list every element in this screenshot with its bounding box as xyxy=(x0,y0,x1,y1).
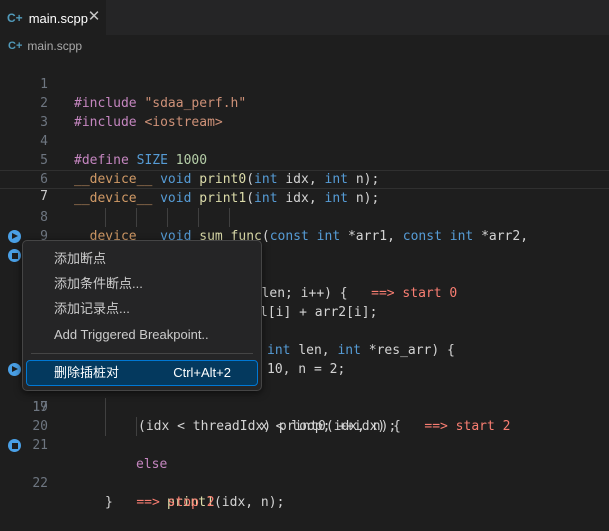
indent-guide xyxy=(105,208,106,227)
c-plus-plus-icon: C+ xyxy=(7,11,23,25)
breakpoint-start-icon[interactable] xyxy=(8,230,21,243)
breadcrumb: C+ main.scpp xyxy=(0,35,609,56)
menu-separator xyxy=(31,353,253,354)
tab-bar: C+ main.scpp ✕ xyxy=(0,0,609,35)
breakpoint-start-icon[interactable] xyxy=(8,363,21,376)
indent-guide xyxy=(198,208,199,227)
indent-guide xyxy=(105,417,106,436)
code-line: 4 #define SIZE 1000 xyxy=(0,113,609,168)
menu-item-label: 添加断点 xyxy=(54,251,107,266)
menu-item-add-breakpoint[interactable]: 添加断点 xyxy=(27,247,257,271)
gutter-context-menu: 添加断点 添加条件断点... 添加记录点... Add Triggered Br… xyxy=(22,240,262,391)
breadcrumb-file[interactable]: main.scpp xyxy=(27,39,82,53)
c-plus-plus-icon: C+ xyxy=(8,39,23,52)
code-line: 6 __device__ void print1(int idx, int n)… xyxy=(0,151,609,206)
menu-item-delete-instrumentation-pair[interactable]: 删除插桩对 Ctrl+Alt+2 xyxy=(26,360,258,386)
code-line: 21 print1(idx, n); xyxy=(0,417,609,510)
annotation: ==> stop 2 xyxy=(136,495,215,510)
code-line: 1 #include "sdaa_perf.h" xyxy=(0,56,609,111)
indent-guide xyxy=(136,417,137,436)
indent-guide xyxy=(136,208,137,227)
indent-guide xyxy=(229,208,230,227)
line-number[interactable]: 22 xyxy=(0,474,48,493)
code-text: (idx, n); xyxy=(213,495,285,510)
menu-item-label: Add Triggered Breakpoint.. xyxy=(54,327,209,342)
breakpoint-stop-icon[interactable] xyxy=(8,439,21,452)
menu-item-add-logpoint[interactable]: 添加记录点... xyxy=(27,297,257,321)
code-line: 8 __device__ void sum_func(const int *ar… xyxy=(0,189,609,244)
code-line: 20 else xyxy=(0,398,609,472)
code-line: 3 xyxy=(0,94,609,130)
menu-item-shortcut: Ctrl+Alt+2 xyxy=(173,365,231,380)
current-line: 7 xyxy=(0,170,609,204)
menu-item-label: 添加条件断点... xyxy=(54,276,143,291)
tab-main-scpp[interactable]: C+ main.scpp ✕ xyxy=(0,0,106,35)
code-line: 2 #include <iostream> xyxy=(0,75,609,130)
menu-item-add-conditional-breakpoint[interactable]: 添加条件断点... xyxy=(27,272,257,296)
breakpoint-stop-icon[interactable] xyxy=(8,249,21,262)
indent-guide xyxy=(167,208,168,227)
code-line: 9 int len, int *res_arr) { xyxy=(0,208,609,358)
punct: } xyxy=(105,495,113,510)
menu-item-label: 添加记录点... xyxy=(54,301,130,316)
code-line: 5 __device__ void print0(int idx, int n)… xyxy=(0,132,609,187)
menu-item-add-triggered-breakpoint[interactable]: Add Triggered Breakpoint.. xyxy=(27,323,257,347)
menu-item-label: 删除插桩对 xyxy=(54,365,120,380)
code-line: 22 } ==> stop 2 xyxy=(0,436,609,510)
tab-title: main.scpp xyxy=(28,10,88,26)
keyword: else xyxy=(136,457,168,472)
indent-guide xyxy=(105,398,106,417)
close-icon[interactable]: ✕ xyxy=(86,9,102,25)
